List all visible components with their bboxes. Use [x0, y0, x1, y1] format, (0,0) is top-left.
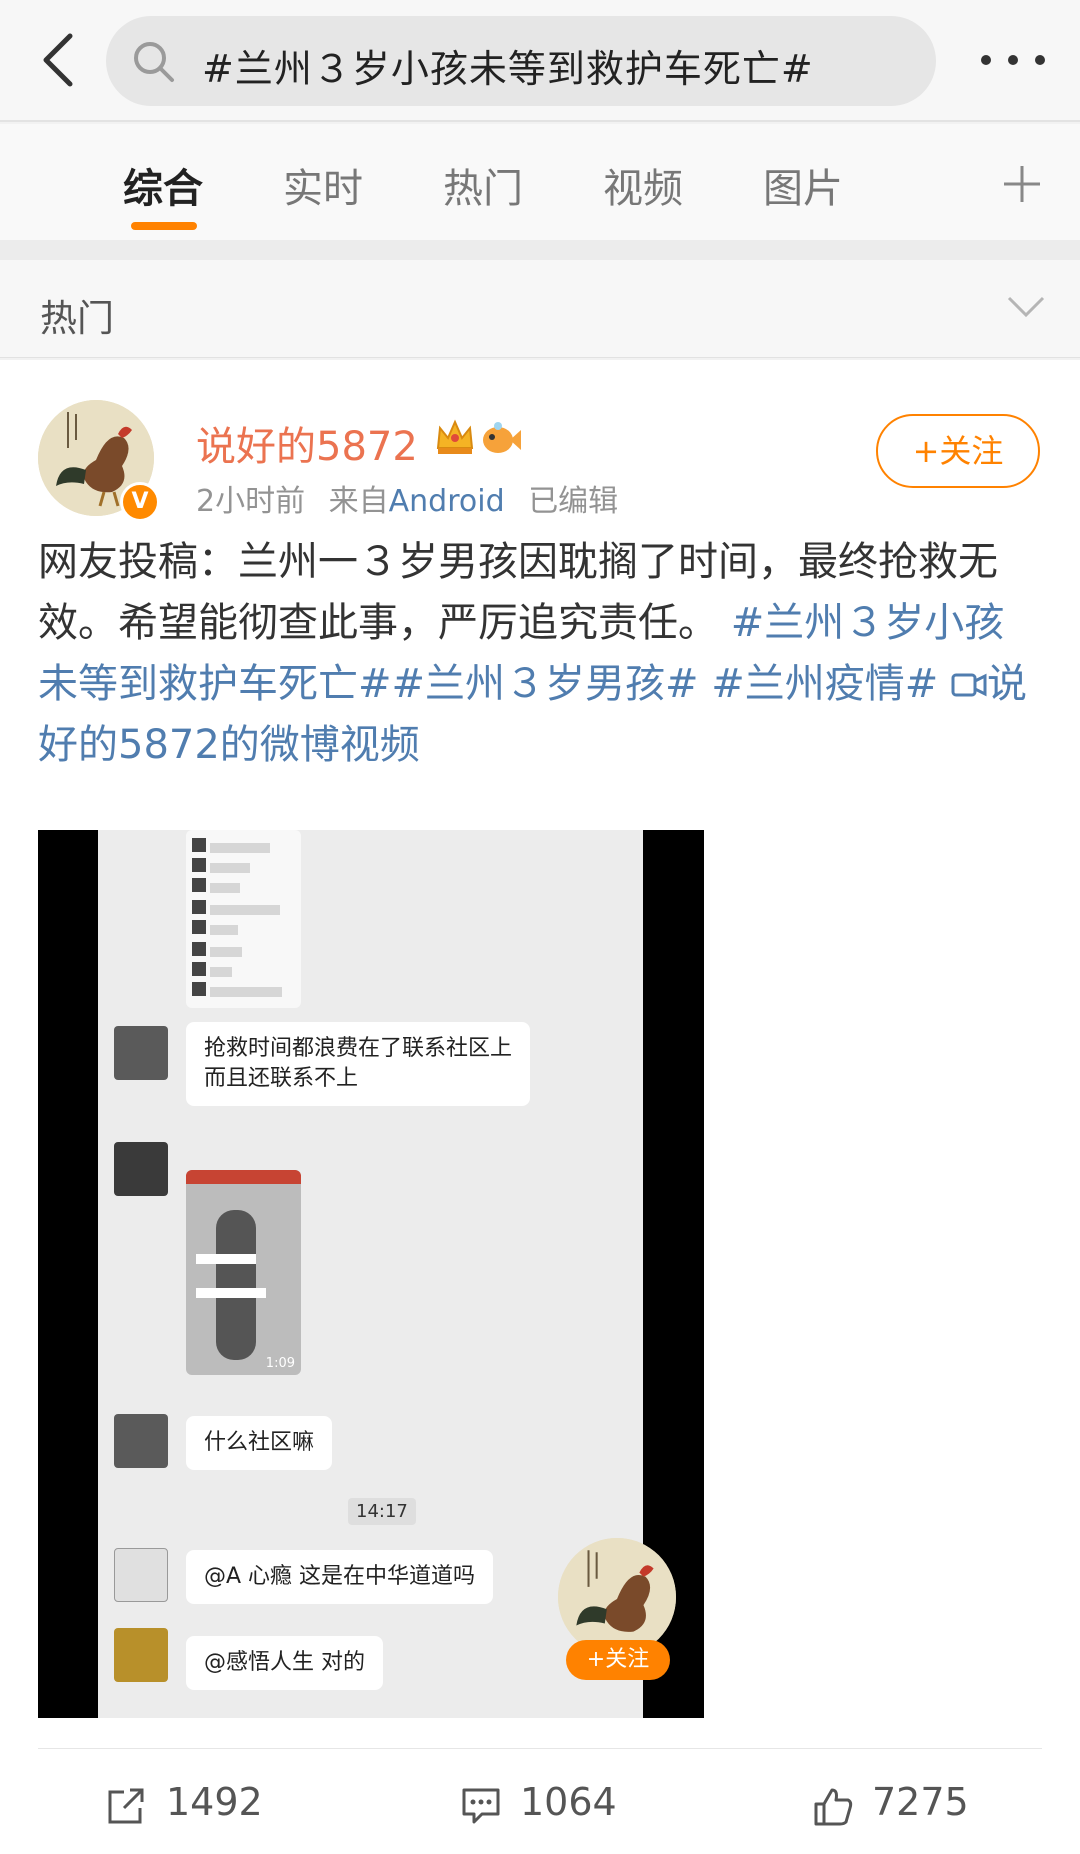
- like-count: 7275: [872, 1780, 969, 1824]
- verified-badge: V: [120, 482, 160, 522]
- username[interactable]: 说好的5872: [196, 414, 418, 472]
- section-title: 热门: [40, 297, 114, 340]
- post-text: 网友投稿：兰州一３岁男孩因耽搁了时间，最终抢救无效。希望能彻查此事，严厉追究责任…: [38, 532, 1042, 776]
- hashtag-link[interactable]: #兰州３岁男孩#: [392, 661, 699, 707]
- back-icon[interactable]: [36, 30, 80, 90]
- tab-comprehensive[interactable]: 综合: [123, 156, 203, 214]
- chat-avatar: [114, 1414, 168, 1468]
- chat-avatar: [114, 1026, 168, 1080]
- repost-count: 1492: [166, 1780, 263, 1824]
- chat-bubble: 抢救时间都浪费在了联系社区上 而且还联系不上: [186, 1022, 531, 1106]
- top-bar: #兰州３岁小孩未等到救护车死亡#: [0, 0, 1080, 122]
- post-time: 2小时前: [196, 484, 306, 519]
- more-options-icon[interactable]: [978, 52, 1048, 68]
- repost-icon: [108, 1788, 144, 1824]
- edited-label: 已编辑: [528, 484, 619, 519]
- photo-duration: 1:09: [265, 1356, 295, 1371]
- add-tab-icon[interactable]: [1002, 164, 1042, 204]
- chat-bubble: @A 心瘾 这是在中华道道吗: [186, 1550, 494, 1604]
- tab-bar: 综合 实时 热门 视频 图片: [0, 124, 1080, 240]
- chat-timestamp: 14:17: [348, 1498, 416, 1525]
- embedded-chat-image: [186, 830, 301, 1008]
- tab-video[interactable]: 视频: [603, 156, 683, 214]
- chat-bubble: @感悟人生 对的: [186, 1636, 383, 1690]
- crown-badge-icon: [436, 419, 474, 454]
- fish-badge-icon: [483, 422, 521, 453]
- floating-avatar[interactable]: [558, 1538, 676, 1656]
- chat-avatar: [114, 1142, 168, 1196]
- repost-button[interactable]: 1492: [106, 1780, 286, 1830]
- hashtag-link[interactable]: #兰州疫情#: [711, 661, 938, 707]
- comment-count: 1064: [520, 1780, 617, 1824]
- comment-icon: [462, 1788, 500, 1824]
- chat-bubble: 什么社区嘛: [186, 1416, 333, 1470]
- post-meta: 2小时前 来自Android 已编辑: [196, 476, 618, 520]
- post-source[interactable]: Android: [389, 484, 505, 519]
- search-bar[interactable]: #兰州３岁小孩未等到救护车死亡#: [106, 16, 936, 106]
- video-icon: [951, 673, 987, 697]
- floating-follow-button[interactable]: +关注: [566, 1640, 670, 1680]
- tab-hot[interactable]: 热门: [443, 156, 523, 214]
- chevron-down-icon[interactable]: [1006, 292, 1046, 322]
- chat-photo: 1:09: [186, 1170, 301, 1375]
- like-button[interactable]: 7275: [812, 1780, 992, 1830]
- comment-button[interactable]: 1064: [460, 1780, 640, 1830]
- section-header[interactable]: 热门: [0, 260, 1080, 358]
- divider: [38, 1748, 1042, 1749]
- follow-button[interactable]: +关注: [876, 414, 1040, 488]
- search-query[interactable]: #兰州３岁小孩未等到救护车死亡#: [202, 38, 814, 93]
- post-card: V 说好的5872 2小时前 来自Android 已编辑 +关注 网友投稿：兰州…: [0, 360, 1080, 1854]
- search-icon: [134, 42, 174, 82]
- thumbs-up-icon: [814, 1788, 853, 1826]
- tab-realtime[interactable]: 实时: [283, 156, 363, 214]
- separator: [0, 240, 1080, 260]
- chat-avatar: [114, 1628, 168, 1682]
- chat-avatar: [114, 1548, 168, 1602]
- rooster-painting-icon: [558, 1538, 676, 1656]
- post-from: 来自: [328, 484, 389, 519]
- video-player[interactable]: 抢救时间都浪费在了联系社区上 而且还联系不上 1:09 什么社区嘛 14:17 …: [38, 830, 704, 1718]
- tab-images[interactable]: 图片: [763, 156, 843, 214]
- active-tab-indicator: [131, 222, 197, 230]
